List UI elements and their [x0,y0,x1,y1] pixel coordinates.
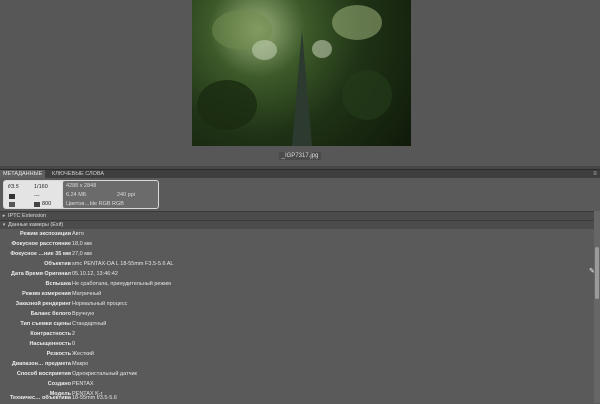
exif-row: Способ восприятия Однокристальный датчик [0,370,594,380]
exif-row: Вспышка Не сработала, принудительный режи… [0,280,594,290]
section-title: Данные камеры (Exif) [8,222,64,228]
scrollbar[interactable] [594,211,600,403]
exif-value[interactable]: Вручную [72,311,94,317]
iso-icon [34,202,40,207]
section-iptc-extension[interactable]: ▸ IPTC Extension [0,211,600,220]
exif-label: Техничес… объектива [9,395,71,401]
exif-label: Резкость [46,351,71,357]
exif-value[interactable]: Стандартный [72,321,106,327]
exif-label: Вспышка [45,281,71,287]
exif-label: Тип съемки сцены [20,321,71,327]
exif-value[interactable]: 18,0 мм [72,241,92,247]
exif-label: Создано [47,381,71,387]
exif-label: Диапазон… предмета [11,361,71,367]
exif-label: Фокусное …ние 35 мм [10,251,71,257]
section-camera-data[interactable]: ▾ Данные камеры (Exif) [0,220,600,229]
white-balance-icon [9,202,15,207]
exif-label: Баланс белого [30,311,71,317]
exif-value[interactable]: PENTAX [72,381,94,387]
summary-box: f/3.5 1/160 --- 800 4288 x 2848 6.24 МБ … [3,180,159,209]
exif-row: Диапазон… предмета Макро [0,360,594,370]
exif-row: Фокусное расстояние 18,0 мм [0,240,594,250]
color-space-value: Цветов…ble RGB RGB [66,201,124,207]
exif-row: Дата Время Оригинал 05.10.12, 13:46:42 [0,270,594,280]
exif-label: Заказной рендеринг [15,301,71,307]
exif-label: Режим экспозиции [19,231,71,237]
exif-row: Насыщенность 0 [0,340,594,350]
exif-label: Объектив [44,261,71,267]
exif-value[interactable]: 27,0 мм [72,251,92,257]
exif-label: Дата Время Оригинал [11,271,71,277]
exif-label: Контрастность [30,331,71,337]
exif-label: Способ восприятия [16,371,71,377]
exif-value[interactable]: Не сработала, принудительный режим [72,281,171,287]
exif-label: Фокусное расстояние [11,241,71,247]
exif-row: Режим измерения Матричный [0,290,594,300]
dimensions-value: 4288 x 2848 [66,183,97,189]
exif-row: Заказной рендеринг Нормальный процесс [0,300,594,310]
file-summary: f/3.5 1/160 --- 800 4288 x 2848 6.24 МБ … [0,178,600,211]
exif-row: Создано PENTAX [0,380,594,390]
exif-row: Баланс белого Вручную [0,310,594,320]
exif-value[interactable]: Матричный [72,291,101,297]
exif-value[interactable]: smc PENTAX-DA L 18-55mm F3.5-5.6 AL [72,261,173,267]
file-size-value: 6.24 МБ [66,192,87,198]
collapse-arrow-icon: ▾ [2,222,6,228]
exif-value[interactable]: Однокристальный датчик [72,371,137,377]
metering-value: --- [34,193,40,199]
iso-value: 800 [42,201,52,207]
exif-label: Режим измерения [22,291,71,297]
exif-value[interactable]: 0 [72,341,75,347]
exif-row: Контрастность 2 [0,330,594,340]
preview-area: _IGP7317.jpg [0,0,600,166]
exif-value[interactable]: Авто [72,231,84,237]
exif-row: Резкость Жесткий [0,350,594,360]
exif-value[interactable]: Макро [72,361,88,367]
exif-row: Режим экспозиции Авто [0,230,594,240]
exif-row: Объектив smc PENTAX-DA L 18-55mm F3.5-5.6… [0,260,594,270]
exif-label: Насыщенность [29,341,71,347]
section-title: IPTC Extension [8,213,47,219]
expand-arrow-icon: ▸ [2,213,6,219]
camera-settings: f/3.5 1/160 --- 800 [4,181,62,208]
exif-value[interactable]: 05.10.12, 13:46:42 [72,271,118,277]
filename-label: _IGP7317.jpg [0,152,600,160]
exif-value[interactable]: Жесткий [72,351,94,357]
exif-value[interactable]: 2 [72,331,75,337]
photo-preview[interactable] [192,0,411,146]
aperture-value: f/3.5 [8,184,19,190]
filename-text: _IGP7317.jpg [278,152,322,160]
file-properties: 4288 x 2848 6.24 МБ 240 ppi Цветов…ble R… [63,181,158,208]
exif-row: Тип съемки сцены Стандартный [0,320,594,330]
exif-value[interactable]: Нормальный процесс [72,301,127,307]
panel-menu-icon[interactable]: ≡ [591,171,599,178]
shutter-value: 1/160 [34,184,48,190]
metering-icon [9,194,15,199]
resolution-value: 240 ppi [117,192,136,198]
exif-value[interactable]: 18-55mm f/3.5-5.6 [72,395,117,401]
scrollbar-thumb[interactable] [595,247,599,299]
exif-row: Фокусное …ние 35 мм 27,0 мм [0,250,594,260]
